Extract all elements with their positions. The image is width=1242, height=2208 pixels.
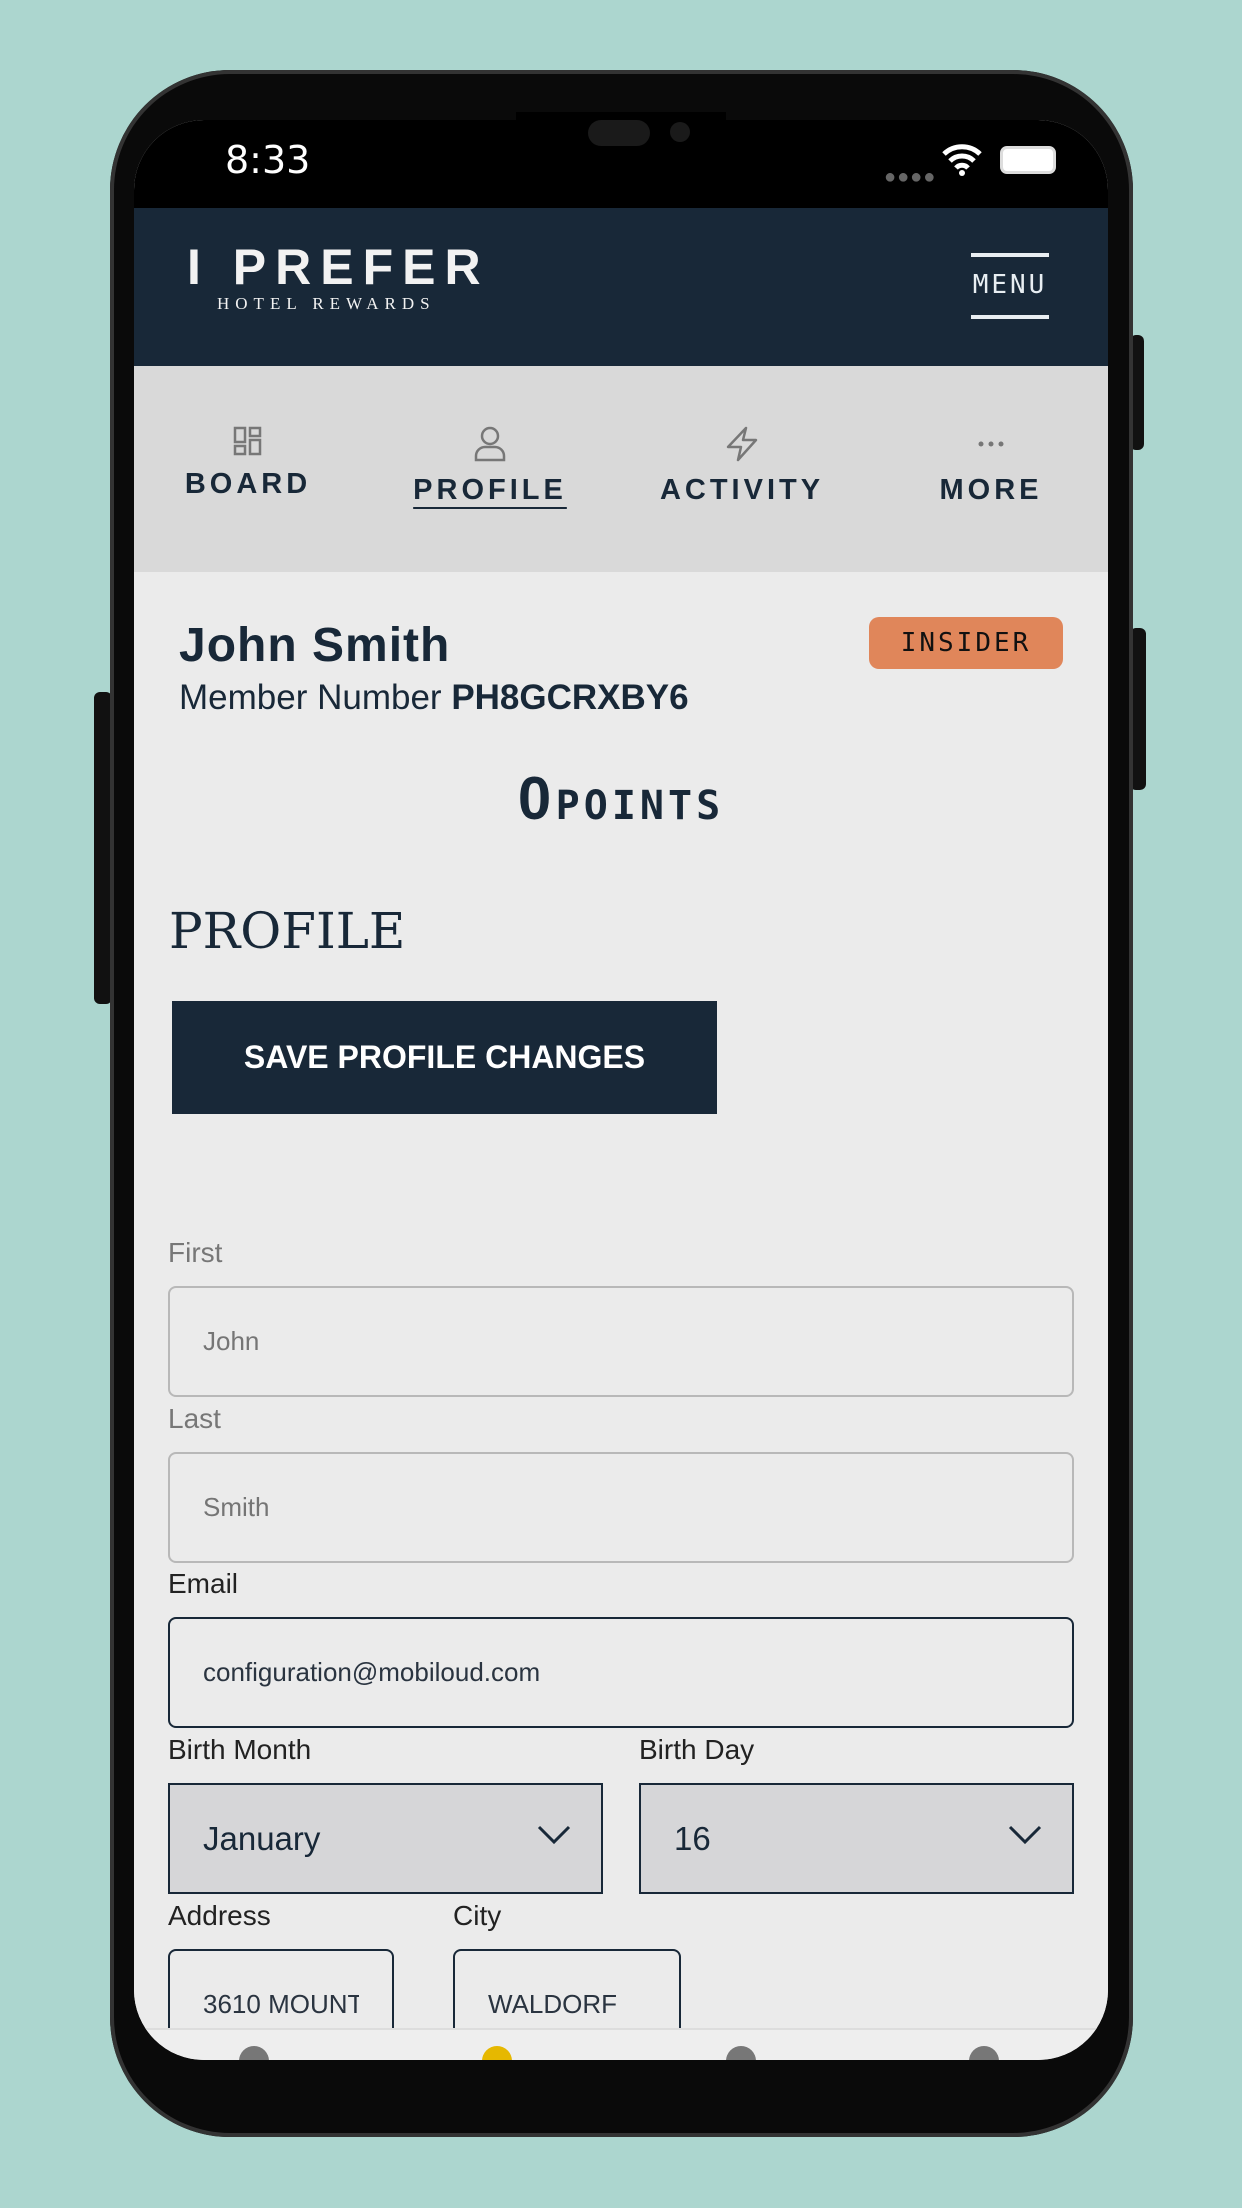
- tab-label: PROFILE: [413, 474, 567, 506]
- member-number: Member Number PH8GCRXBY6: [179, 678, 689, 718]
- save-profile-button[interactable]: SAVE PROFILE CHANGES: [172, 1001, 717, 1114]
- tab-label: ACTIVITY: [659, 474, 825, 506]
- account-icon[interactable]: [969, 2046, 999, 2060]
- status-time: 8:33: [225, 138, 311, 182]
- address-input[interactable]: [168, 1949, 394, 2028]
- more-icon: [978, 441, 1004, 447]
- birth-day-label: Birth Day: [639, 1734, 755, 1765]
- tab-more[interactable]: MORE: [881, 426, 1101, 507]
- hotel-icon[interactable]: [726, 2046, 756, 2060]
- birth-month-value: January: [203, 1820, 321, 1857]
- address-label: Address: [168, 1900, 271, 1931]
- screen: 8:33 ●●●● I PREFER HOTEL REWARDS MENU BO…: [134, 120, 1108, 2060]
- points-display: 0 POINTS: [134, 764, 1108, 833]
- menu-button[interactable]: MENU: [971, 253, 1049, 319]
- logo-sub: HOTEL REWARDS: [217, 294, 436, 313]
- user-icon: [474, 426, 506, 462]
- tab-board[interactable]: BOARD: [138, 426, 358, 501]
- signal-icon: ●●●●: [884, 166, 937, 188]
- points-value: 0: [517, 765, 552, 832]
- chevron-down-icon: [1008, 1825, 1042, 1845]
- tab-label: MORE: [939, 474, 1043, 506]
- birth-day-select[interactable]: 16: [639, 1783, 1074, 1894]
- birth-month-label: Birth Month: [168, 1734, 312, 1765]
- tab-activity[interactable]: ACTIVITY: [632, 426, 852, 507]
- member-number-label: Member Number: [179, 678, 442, 717]
- chevron-down-icon: [537, 1825, 571, 1845]
- points-unit: POINTS: [555, 783, 725, 829]
- logo-main: I PREFER: [187, 239, 490, 295]
- tab-label: BOARD: [184, 468, 312, 500]
- member-number-value: PH8GCRXBY6: [451, 678, 689, 717]
- location-icon[interactable]: [482, 2046, 512, 2060]
- email-label: Email: [168, 1568, 239, 1599]
- lightning-icon: [726, 426, 758, 462]
- logo[interactable]: I PREFER HOTEL REWARDS: [187, 238, 490, 314]
- birth-month-select[interactable]: January: [168, 1783, 603, 1894]
- member-name: John Smith: [179, 619, 451, 672]
- last-label: Last: [168, 1403, 221, 1434]
- tier-badge: INSIDER: [869, 617, 1063, 669]
- first-name-input[interactable]: [168, 1286, 1074, 1397]
- home-icon[interactable]: [239, 2046, 269, 2060]
- bottom-nav: [134, 2028, 1108, 2060]
- birth-day-value: 16: [674, 1820, 711, 1857]
- tab-profile[interactable]: PROFILE: [380, 426, 600, 507]
- last-name-input[interactable]: [168, 1452, 1074, 1563]
- app-header: I PREFER HOTEL REWARDS MENU: [134, 208, 1108, 366]
- battery-icon: [1000, 146, 1056, 174]
- section-title: PROFILE: [169, 902, 406, 960]
- email-input[interactable]: [168, 1617, 1074, 1728]
- city-input[interactable]: [453, 1949, 681, 2028]
- grid-icon: [233, 426, 262, 456]
- wifi-icon: [942, 144, 982, 176]
- tab-bar: BOARD PROFILE ACTIVITY MORE: [134, 366, 1108, 572]
- profile-content: John Smith Member Number PH8GCRXBY6 INSI…: [134, 572, 1108, 2028]
- first-label: First: [168, 1237, 223, 1268]
- notch: [516, 112, 726, 174]
- city-label: City: [453, 1900, 502, 1931]
